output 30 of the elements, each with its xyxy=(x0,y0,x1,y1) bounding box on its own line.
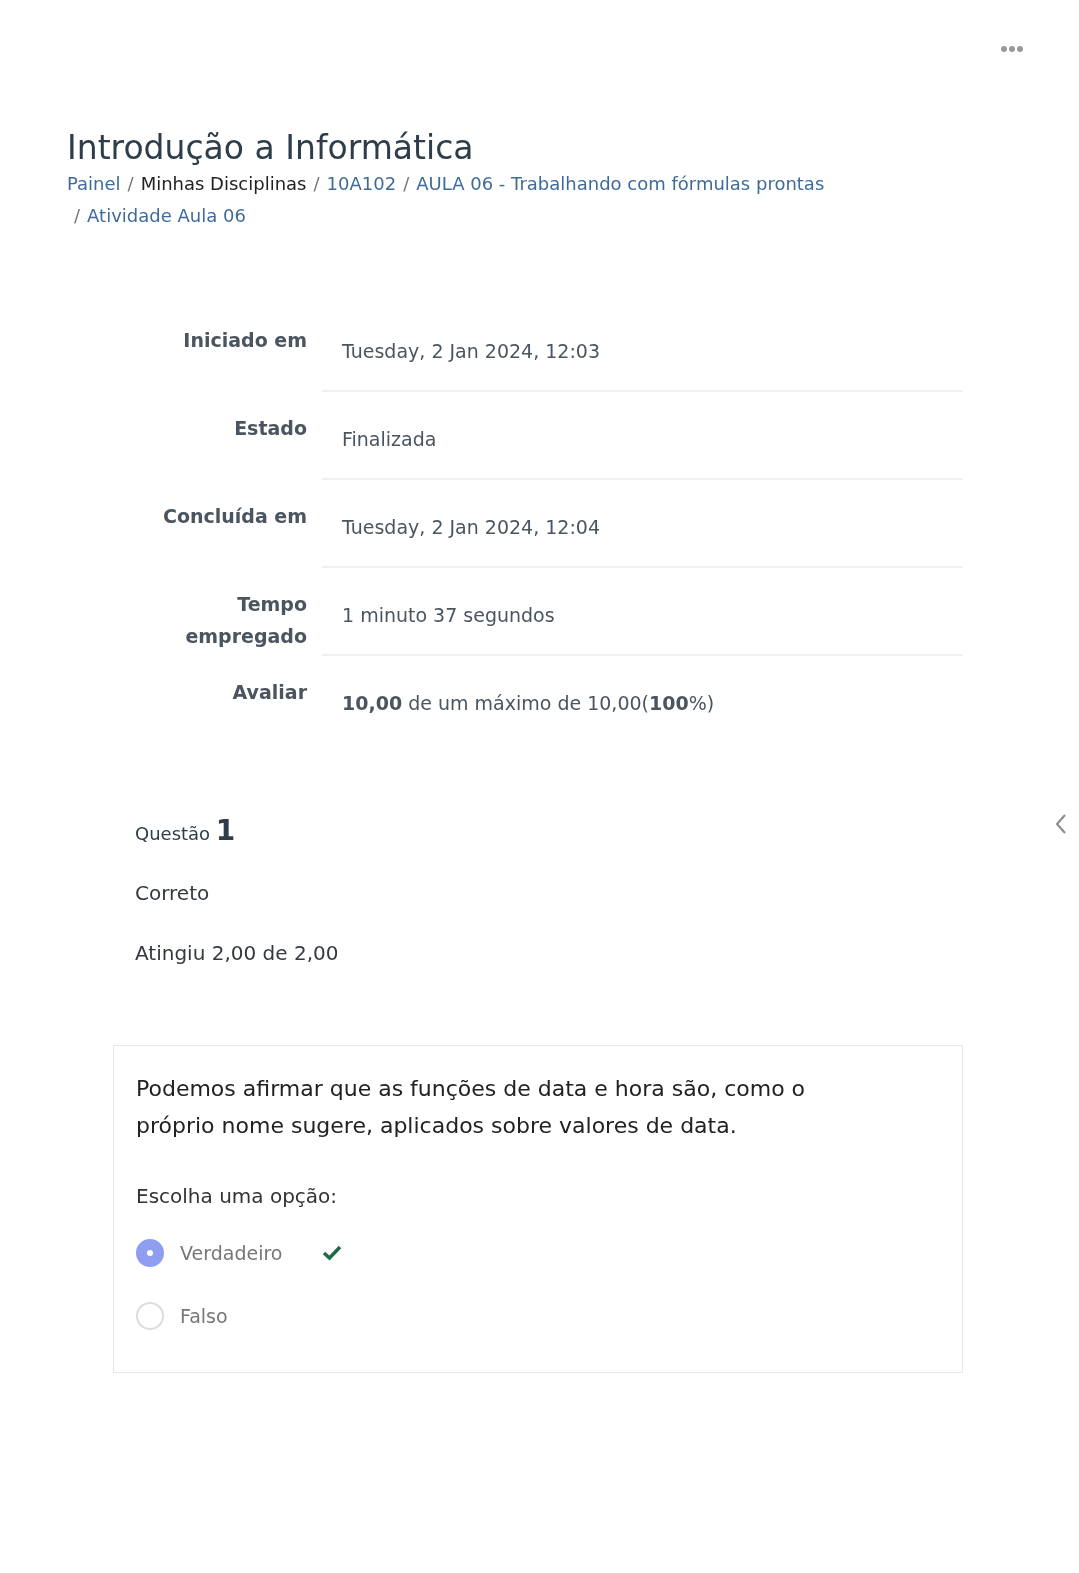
more-options-icon[interactable] xyxy=(1001,46,1023,52)
question-heading: Questão 1 xyxy=(135,813,236,847)
breadcrumb-separator: / xyxy=(313,172,320,194)
breadcrumb-link[interactable]: Atividade Aula 06 xyxy=(87,204,246,226)
radio-button[interactable] xyxy=(136,1238,164,1267)
breadcrumb-separator: / xyxy=(74,204,81,226)
breadcrumb-item: Minhas Disciplinas xyxy=(140,172,307,194)
page-title: Introdução a Informática xyxy=(67,128,475,168)
summary-value: Tuesday, 2 Jan 2024, 12:04 xyxy=(342,515,601,538)
summary-value: Tuesday, 2 Jan 2024, 12:03 xyxy=(342,339,601,362)
breadcrumb-link[interactable]: AULA 06 - Trabalhando com fórmulas prontas xyxy=(416,172,825,194)
summary-label: Avaliar xyxy=(231,679,307,705)
summary-label: Estado xyxy=(233,415,307,441)
question-prompt: Escolha uma opção: xyxy=(136,1183,339,1208)
summary-value: Finalizada xyxy=(342,427,437,450)
breadcrumb-separator: / xyxy=(127,172,134,194)
summary-label: Iniciado em xyxy=(182,327,307,353)
question-text: Podemos afirmar que as funções de data e hora são, como o próprio nome sugere, aplicados sobre valores de data. xyxy=(136,1074,807,1140)
summary-label: Concluída em xyxy=(161,503,307,529)
summary-value: 10,00 de um máximo de 10,00(100%) xyxy=(342,691,715,714)
summary-value: 1 minuto 37 segundos xyxy=(342,603,555,626)
option-label[interactable]: Verdadeiro xyxy=(180,1241,283,1264)
chevron-left-icon[interactable] xyxy=(1055,813,1067,835)
question-state: Correto xyxy=(135,880,211,905)
breadcrumb-separator: / xyxy=(403,172,410,194)
option-label[interactable]: Falso xyxy=(180,1304,228,1327)
question-grade: Atingiu 2,00 de 2,00 xyxy=(135,940,340,965)
summary-label: Tempo empregado xyxy=(184,591,307,649)
breadcrumb-link[interactable]: 10A102 xyxy=(326,172,397,194)
breadcrumb-link[interactable]: Painel xyxy=(67,172,121,194)
